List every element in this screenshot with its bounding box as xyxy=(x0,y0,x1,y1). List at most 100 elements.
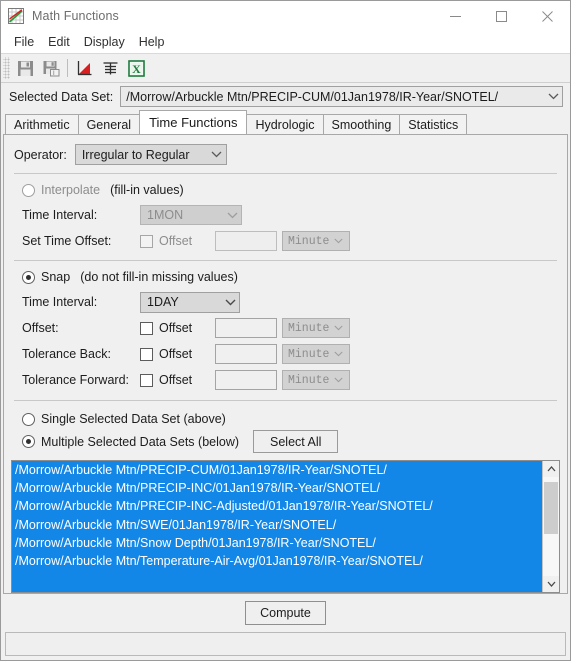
menu-help[interactable]: Help xyxy=(132,33,172,51)
tab-arithmetic[interactable]: Arithmetic xyxy=(5,114,79,135)
snap-radio-row[interactable]: Snap (do not fill-in missing values) xyxy=(4,261,567,289)
scrollbar-track[interactable] xyxy=(543,477,559,576)
selected-data-set-combo[interactable]: /Morrow/Arbuckle Mtn/PRECIP-CUM/01Jan197… xyxy=(120,86,563,107)
snap-tolerance-forward-input[interactable] xyxy=(215,370,277,390)
list-item[interactable]: /Morrow/Arbuckle Mtn/Temperature-Air-Avg… xyxy=(12,551,542,571)
interpolate-set-time-offset-row: Set Time Offset: Offset Minute xyxy=(4,228,567,254)
scrollbar-thumb[interactable] xyxy=(544,482,558,534)
interpolate-time-interval-row: Time Interval: 1MON xyxy=(4,202,567,228)
data-set-selection-area: Single Selected Data Set (above) Multipl… xyxy=(4,401,567,593)
tab-strip: Arithmetic General Time Functions Hydrol… xyxy=(1,110,570,135)
operator-label: Operator: xyxy=(14,147,67,162)
list-item[interactable]: /Morrow/Arbuckle Mtn/PRECIP-INC-Adjusted… xyxy=(12,497,542,516)
snap-radio[interactable] xyxy=(22,270,35,284)
scroll-up-icon[interactable] xyxy=(543,461,559,477)
operator-value: Irregular to Regular xyxy=(81,147,190,162)
window-title: Math Functions xyxy=(32,9,119,23)
snap-time-interval-label: Time Interval: xyxy=(22,295,98,309)
select-all-button[interactable]: Select All xyxy=(253,430,339,453)
snap-tolerance-forward-unit-combo[interactable]: Minute xyxy=(282,370,350,390)
snap-offset-unit-combo[interactable]: Minute xyxy=(282,318,350,338)
toolbar: I X xyxy=(1,54,570,83)
chevron-down-icon xyxy=(544,93,562,100)
plot-chart-icon[interactable] xyxy=(72,56,96,80)
set-time-offset-unit-value: Minute xyxy=(288,234,330,248)
snap-time-interval-value: 1DAY xyxy=(147,295,179,309)
selected-data-set-value: /Morrow/Arbuckle Mtn/PRECIP-CUM/01Jan197… xyxy=(126,89,499,104)
tabulate-icon[interactable] xyxy=(98,56,122,80)
interpolate-note: (fill-in values) xyxy=(110,183,184,197)
snap-offset-input[interactable] xyxy=(215,318,277,338)
save-as-icon[interactable]: I xyxy=(39,56,63,80)
list-item[interactable]: /Morrow/Arbuckle Mtn/Snow Depth/01Jan197… xyxy=(12,533,542,552)
interpolate-radio[interactable] xyxy=(22,183,35,197)
snap-tolerance-back-input[interactable] xyxy=(215,344,277,364)
list-vertical-scrollbar[interactable] xyxy=(542,461,559,592)
set-time-offset-label: Set Time Offset: xyxy=(22,234,112,248)
snap-tolerance-back-checkbox[interactable] xyxy=(140,347,153,361)
operator-row: Operator: Irregular to Regular xyxy=(4,135,567,173)
interpolate-time-interval-value: 1MON xyxy=(147,208,184,222)
svg-text:X: X xyxy=(132,62,141,76)
interpolate-radio-row[interactable]: Interpolate (fill-in values) xyxy=(4,174,567,202)
tab-smoothing[interactable]: Smoothing xyxy=(322,114,401,135)
title-bar: Math Functions xyxy=(1,1,570,31)
snap-offset-checkbox-label: Offset xyxy=(159,321,193,335)
snap-tolerance-back-unit-combo[interactable]: Minute xyxy=(282,344,350,364)
maximize-icon[interactable] xyxy=(478,1,524,31)
selected-data-set-row: Selected Data Set: /Morrow/Arbuckle Mtn/… xyxy=(1,83,570,110)
excel-export-icon[interactable]: X xyxy=(124,56,148,80)
toolbar-grip[interactable] xyxy=(3,57,10,79)
snap-tolerance-forward-checkbox-label: Offset xyxy=(159,373,193,387)
snap-offset-unit-value: Minute xyxy=(288,321,330,335)
snap-note: (do not fill-in missing values) xyxy=(80,270,238,284)
multiple-data-sets-radio[interactable] xyxy=(22,435,35,448)
snap-time-interval-combo[interactable]: 1DAY xyxy=(140,291,240,313)
data-set-listbox[interactable]: /Morrow/Arbuckle Mtn/PRECIP-CUM/01Jan197… xyxy=(11,460,560,593)
math-functions-window: Math Functions File Edit Display Help I … xyxy=(0,0,571,661)
menu-bar: File Edit Display Help xyxy=(1,31,570,54)
close-icon[interactable] xyxy=(524,1,570,31)
single-data-set-row[interactable]: Single Selected Data Set (above) xyxy=(4,405,567,428)
multiple-data-sets-row: Multiple Selected Data Sets (below) Sele… xyxy=(4,428,567,457)
tab-time-functions[interactable]: Time Functions xyxy=(139,110,248,134)
minimize-icon[interactable] xyxy=(432,1,478,31)
snap-tolerance-forward-label: Tolerance Forward: xyxy=(22,373,129,387)
operator-combo[interactable]: Irregular to Regular xyxy=(74,144,227,165)
interpolate-label: Interpolate xyxy=(41,183,101,197)
compute-button[interactable]: Compute xyxy=(245,601,326,625)
tab-hydrologic[interactable]: Hydrologic xyxy=(246,114,324,135)
time-functions-panel: Operator: Irregular to Regular Interpola… xyxy=(3,134,568,594)
snap-tolerance-forward-row: Tolerance Forward: Offset Minute xyxy=(4,367,567,393)
set-time-offset-checkbox[interactable] xyxy=(140,234,153,248)
snap-tolerance-forward-checkbox[interactable] xyxy=(140,373,153,387)
scroll-down-icon[interactable] xyxy=(543,576,559,592)
snap-tolerance-back-row: Tolerance Back: Offset Minute xyxy=(4,341,567,367)
list-item[interactable]: /Morrow/Arbuckle Mtn/PRECIP-CUM/01Jan197… xyxy=(12,461,542,480)
menu-display[interactable]: Display xyxy=(77,33,132,51)
tab-general[interactable]: General xyxy=(77,114,141,135)
snap-label: Snap xyxy=(41,270,71,284)
set-time-offset-unit-combo[interactable]: Minute xyxy=(282,231,350,251)
single-data-set-radio[interactable] xyxy=(22,412,35,426)
list-item[interactable]: /Morrow/Arbuckle Mtn/SWE/01Jan1978/IR-Ye… xyxy=(12,515,542,534)
tab-statistics[interactable]: Statistics xyxy=(399,114,468,135)
chevron-down-icon xyxy=(329,351,347,357)
menu-edit[interactable]: Edit xyxy=(41,33,77,51)
selected-data-set-label: Selected Data Set: xyxy=(9,89,114,104)
snap-tolerance-back-label: Tolerance Back: xyxy=(22,347,111,361)
save-icon[interactable] xyxy=(13,56,37,80)
chevron-down-icon xyxy=(329,238,347,244)
snap-tolerance-back-checkbox-label: Offset xyxy=(159,347,193,361)
snap-tolerance-forward-unit-value: Minute xyxy=(288,373,330,387)
set-time-offset-checkbox-label: Offset xyxy=(159,234,193,248)
snap-offset-checkbox[interactable] xyxy=(140,321,153,335)
list-item[interactable]: /Morrow/Arbuckle Mtn/PRECIP-INC/01Jan197… xyxy=(12,479,542,498)
status-bar xyxy=(5,632,566,656)
compute-bar: Compute xyxy=(1,594,570,632)
interpolate-time-interval-combo[interactable]: 1MON xyxy=(140,205,242,225)
window-controls xyxy=(432,1,570,31)
chevron-down-icon xyxy=(329,377,347,383)
menu-file[interactable]: File xyxy=(7,33,41,51)
set-time-offset-input[interactable] xyxy=(215,231,277,251)
